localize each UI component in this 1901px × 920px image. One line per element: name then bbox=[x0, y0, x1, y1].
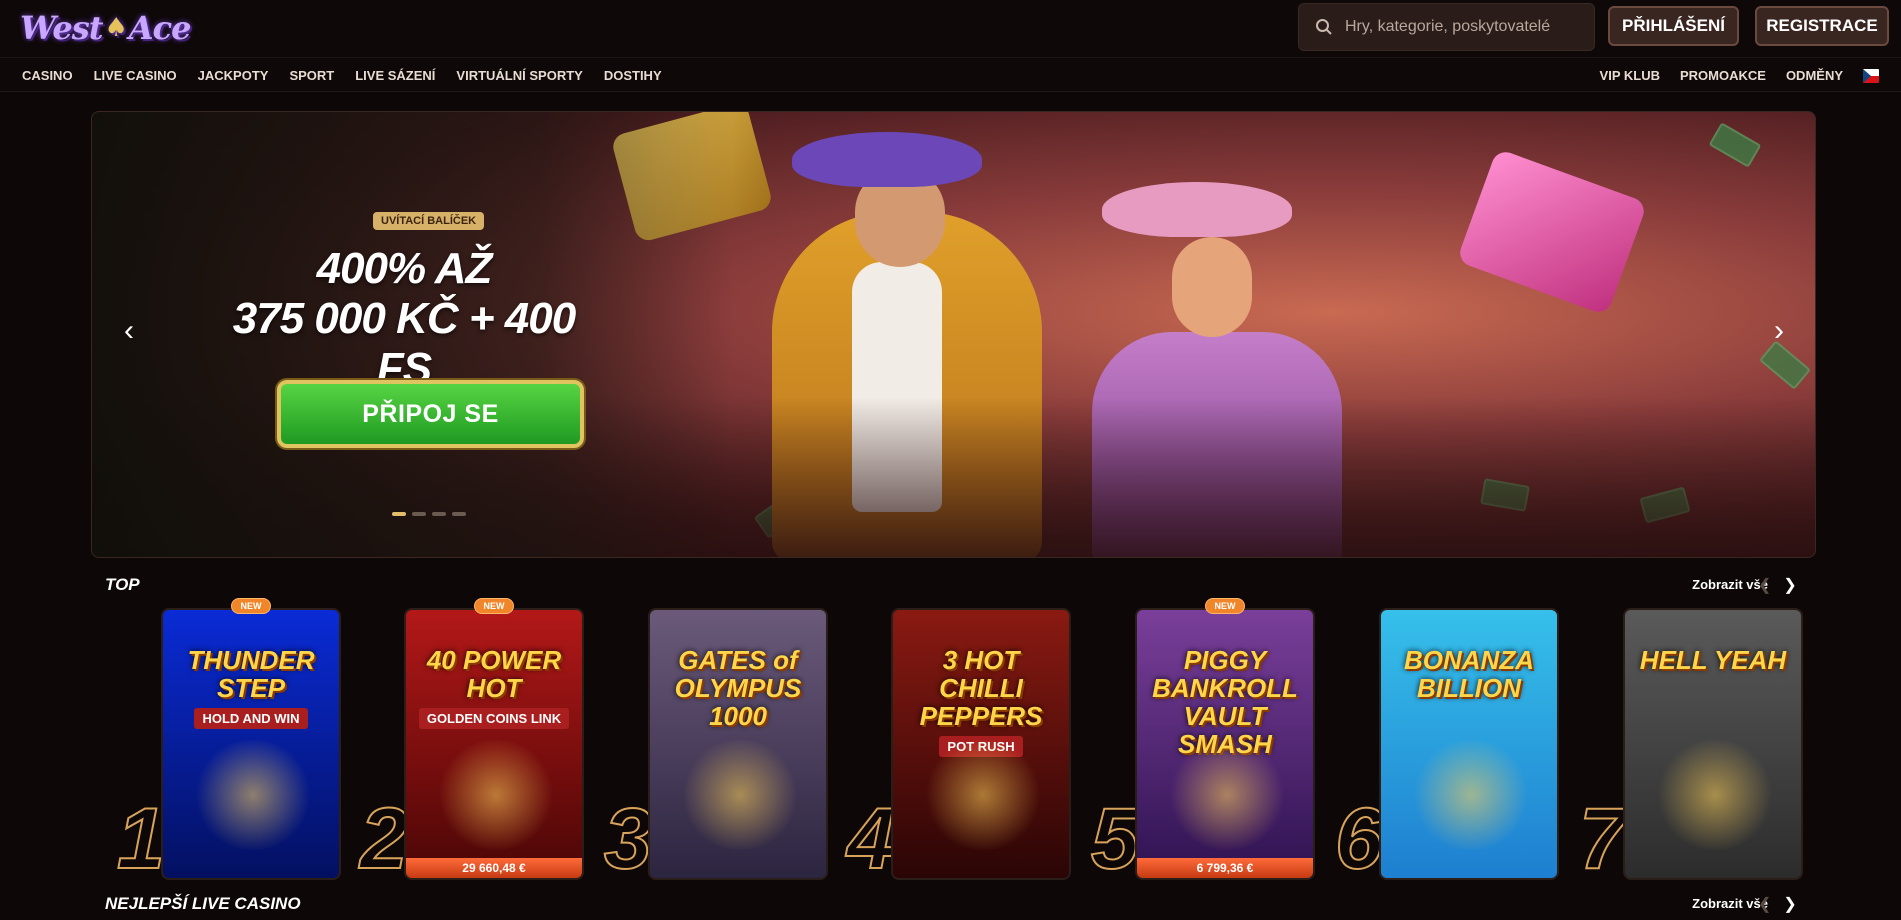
game-tile[interactable]: 6 BONANZA BILLION bbox=[1334, 608, 1559, 883]
game-title: 3 HOT CHILLI PEPPERS bbox=[919, 645, 1043, 731]
game-subtitle: GOLDEN COINS LINK bbox=[418, 708, 570, 729]
slide-dot[interactable] bbox=[412, 512, 426, 516]
logo[interactable]: West ♠ Ace bbox=[20, 6, 192, 50]
slide-indicator bbox=[392, 512, 466, 516]
rank-number: 1 bbox=[116, 791, 166, 887]
chevron-right-icon[interactable]: ❯ bbox=[1783, 894, 1796, 914]
chevron-left-icon[interactable]: ❮ bbox=[1758, 894, 1771, 914]
see-all-live[interactable]: Zobrazit vše bbox=[1692, 896, 1768, 911]
game-title: GATES of OLYMPUS 1000 bbox=[674, 645, 802, 731]
nav-rewards[interactable]: ODMĚNY bbox=[1786, 68, 1843, 83]
register-button[interactable]: REGISTRACE bbox=[1755, 6, 1889, 46]
game-artwork bbox=[1655, 740, 1775, 850]
nav-horse-racing[interactable]: DOSTIHY bbox=[604, 68, 662, 83]
game-card[interactable]: THUNDER STEP HOLD AND WIN bbox=[161, 608, 341, 880]
cowgirl-face bbox=[1172, 237, 1252, 337]
new-badge: NEW bbox=[231, 598, 271, 614]
money-bill-decoration bbox=[1708, 122, 1762, 168]
game-title: THUNDER STEP bbox=[187, 645, 315, 703]
nav-live-betting[interactable]: LIVE SÁZENÍ bbox=[355, 68, 435, 83]
game-tile[interactable]: 5PIGGY BANKROLL VAULT SMASH6 799,36 €NEW bbox=[1090, 598, 1315, 883]
rank-number: 5 bbox=[1090, 791, 1140, 887]
hero-banner[interactable]: UVÍTACÍ BALÍČEK 400% AŽ 375 000 KČ + 400… bbox=[91, 111, 1816, 558]
rank-number: 2 bbox=[359, 791, 409, 887]
nav-promotions[interactable]: PROMOAKCE bbox=[1680, 68, 1766, 83]
chevron-left-icon[interactable]: ‹ bbox=[114, 314, 144, 347]
hero-title: 400% AŽ 375 000 KČ + 400 FS bbox=[212, 244, 596, 394]
live-carousel-arrows: ❮ ❯ bbox=[1758, 894, 1797, 914]
game-title: 40 POWER HOT bbox=[426, 645, 562, 703]
rank-number: 7 bbox=[1578, 791, 1628, 887]
slide-dot[interactable] bbox=[432, 512, 446, 516]
nav-sport[interactable]: SPORT bbox=[289, 68, 334, 83]
game-tile[interactable]: 7 HELL YEAH bbox=[1578, 608, 1803, 883]
logo-text-ace: Ace bbox=[128, 9, 192, 47]
game-card[interactable]: GATES of OLYMPUS 1000 bbox=[648, 608, 828, 880]
rank-number: 6 bbox=[1334, 791, 1384, 887]
see-all-top[interactable]: Zobrazit vše bbox=[1692, 577, 1768, 592]
section-title-top: TOP bbox=[105, 575, 140, 594]
nav-casino[interactable]: CASINO bbox=[22, 68, 73, 83]
rank-number: 4 bbox=[846, 791, 896, 887]
chevron-right-icon[interactable]: › bbox=[1764, 314, 1794, 347]
rank-number: 3 bbox=[603, 791, 653, 887]
pink-pistol bbox=[1456, 148, 1648, 316]
purple-hat bbox=[792, 132, 982, 187]
game-artwork bbox=[436, 740, 556, 850]
nav-jackpots[interactable]: JACKPOTY bbox=[198, 68, 269, 83]
hero-title-line1: 400% AŽ bbox=[316, 244, 493, 293]
top-header: West ♠ Ace PŘIHLÁŠENÍ REGISTRACE bbox=[0, 0, 1901, 58]
new-badge: NEW bbox=[1205, 598, 1245, 614]
game-artwork bbox=[193, 740, 313, 850]
game-tile[interactable]: 1 THUNDER STEP HOLD AND WIN NEW bbox=[116, 598, 341, 883]
slide-dot[interactable] bbox=[392, 512, 406, 516]
chevron-left-icon[interactable]: ❮ bbox=[1758, 575, 1771, 595]
top-carousel-arrows: ❮ ❯ bbox=[1758, 575, 1797, 595]
game-card[interactable]: HELL YEAH bbox=[1623, 608, 1803, 880]
game-card[interactable]: 3 HOT CHILLI PEPPERSPOT RUSH bbox=[891, 608, 1071, 880]
nav-vip-club[interactable]: VIP KLUB bbox=[1600, 68, 1660, 83]
jackpot-amount: 29 660,48 € bbox=[406, 858, 582, 878]
czech-flag-icon[interactable] bbox=[1863, 68, 1879, 83]
main-nav: CASINO LIVE CASINO JACKPOTY SPORT LIVE S… bbox=[0, 59, 1901, 92]
game-artwork bbox=[1411, 740, 1531, 850]
game-tile[interactable]: 43 HOT CHILLI PEPPERSPOT RUSH bbox=[846, 608, 1071, 883]
game-artwork bbox=[1167, 740, 1287, 850]
welcome-badge: UVÍTACÍ BALÍČEK bbox=[373, 212, 485, 230]
spade-icon: ♠ bbox=[104, 13, 127, 43]
new-badge: NEW bbox=[474, 598, 514, 614]
hero-title-line2: 375 000 KČ + 400 FS bbox=[232, 294, 576, 393]
game-title: BONANZA BILLION bbox=[1404, 645, 1534, 703]
search-input[interactable] bbox=[1343, 17, 1583, 37]
search-icon bbox=[1316, 19, 1332, 35]
nav-right: VIP KLUB PROMOAKCE ODMĚNY bbox=[1600, 59, 1879, 92]
game-subtitle: HOLD AND WIN bbox=[194, 708, 308, 729]
logo-text-west: West bbox=[20, 9, 103, 47]
game-card[interactable]: BONANZA BILLION bbox=[1379, 608, 1559, 880]
nav-live-casino[interactable]: LIVE CASINO bbox=[94, 68, 177, 83]
game-card[interactable]: 40 POWER HOT GOLDEN COINS LINK 29 660,48 € bbox=[404, 608, 584, 880]
game-card[interactable]: PIGGY BANKROLL VAULT SMASH6 799,36 € bbox=[1135, 608, 1315, 880]
game-title: HELL YEAH bbox=[1639, 645, 1787, 675]
game-tile[interactable]: 3 GATES of OLYMPUS 1000 bbox=[603, 608, 828, 883]
join-button[interactable]: PŘIPOJ SE bbox=[277, 380, 584, 448]
money-bill-decoration bbox=[1759, 340, 1811, 390]
nav-left: CASINO LIVE CASINO JACKPOTY SPORT LIVE S… bbox=[22, 59, 662, 92]
pink-hat bbox=[1102, 182, 1292, 237]
jackpot-amount: 6 799,36 € bbox=[1137, 858, 1313, 878]
game-artwork bbox=[923, 740, 1043, 850]
slide-dot[interactable] bbox=[452, 512, 466, 516]
nav-virtual-sports[interactable]: VIRTUÁLNÍ SPORTY bbox=[456, 68, 582, 83]
search-box[interactable] bbox=[1298, 3, 1595, 51]
chevron-right-icon[interactable]: ❯ bbox=[1783, 575, 1796, 595]
game-artwork bbox=[680, 740, 800, 850]
section-title-live: NEJLEPŠÍ LIVE CASINO bbox=[105, 894, 301, 913]
login-button[interactable]: PŘIHLÁŠENÍ bbox=[1608, 6, 1739, 46]
game-tile[interactable]: 2 40 POWER HOT GOLDEN COINS LINK 29 660,48 … bbox=[359, 598, 584, 883]
